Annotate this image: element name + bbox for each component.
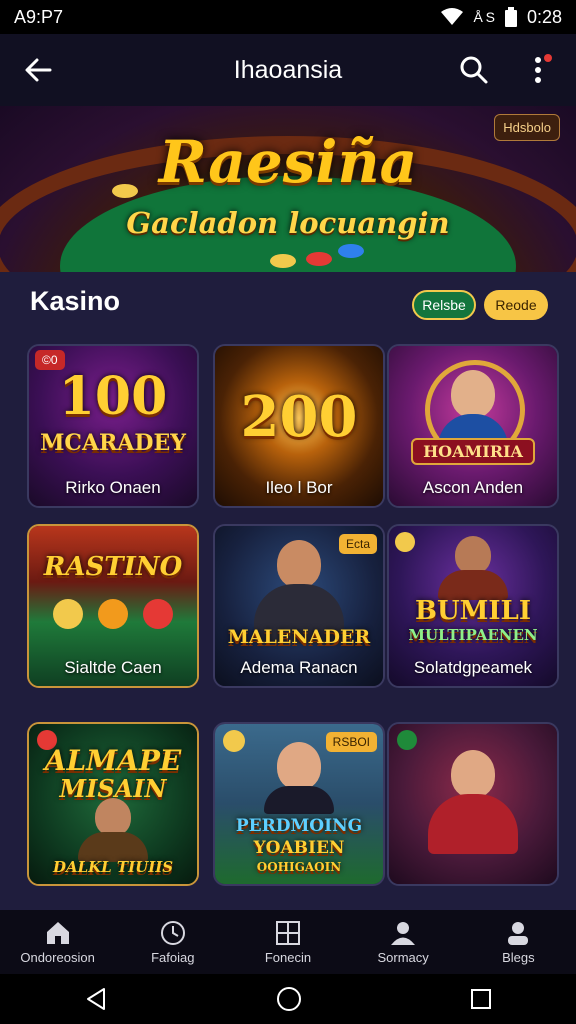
nav-label: Ondoreosion (20, 949, 95, 965)
nav-item-fafoiag[interactable]: Fafoiag (118, 920, 228, 965)
character-illustration (438, 536, 508, 600)
game-name: RASTINO (43, 552, 183, 582)
status-time: A9:P7 (14, 6, 64, 27)
banner-badge: Hdsbolo (494, 114, 560, 141)
home-circle-icon[interactable] (276, 986, 302, 1012)
game-banner-label: HOAMIRIA (411, 438, 535, 465)
game-card[interactable]: HOAMIRIA Ascon Anden (387, 344, 559, 508)
game-number: 200 (240, 384, 358, 450)
game-title: Ileo l Bor (265, 478, 333, 497)
nav-item-fonecin[interactable]: Fonecin (233, 920, 343, 965)
back-button[interactable] (20, 52, 56, 88)
filter-pill-reode[interactable]: Reode (484, 290, 548, 320)
arrow-left-icon (25, 58, 52, 82)
game-tag: Ecta (338, 534, 377, 554)
game-number: 100 (58, 366, 168, 427)
game-title: Rirko Onaen (65, 478, 161, 497)
notification-dot (544, 54, 552, 62)
slot-symbol-icon (97, 599, 128, 629)
back-triangle-icon[interactable] (84, 987, 108, 1011)
recents-square-icon[interactable] (470, 988, 492, 1010)
game-title: Solatdgpeamek (413, 658, 533, 677)
nav-item-home[interactable]: Ondoreosion (3, 920, 113, 965)
search-button[interactable] (456, 52, 492, 88)
game-title: Adema Ranacn (240, 658, 358, 677)
slot-symbol-icon (52, 599, 83, 629)
grid-icon (275, 920, 300, 945)
slot-reels (45, 592, 181, 636)
nav-label: Blegs (502, 949, 535, 965)
coin-icon (395, 532, 415, 552)
game-card[interactable]: ALMAPE MISAIN DALKL TIUIIS (27, 722, 199, 886)
game-subtitle: YOABIEN (253, 838, 345, 858)
game-card[interactable]: RASTINO Sialtde Caen (27, 524, 199, 688)
slot-symbol-icon (143, 599, 174, 629)
nav-item-blegs[interactable]: Blegs (463, 920, 573, 965)
game-card[interactable]: BUMILI MULTIPAENEN Solatdgpeamek (387, 524, 559, 688)
bottom-nav: Ondoreosion Fafoiag Fonecin Sormacy Bleg… (0, 910, 576, 974)
game-card[interactable]: RSBOI PERDMOING YOABIEN OOHIGAOIN (213, 722, 385, 886)
game-subtitle: MCARADEY (40, 430, 186, 456)
banner-title: Raesiña (158, 128, 418, 196)
app-bar: Ihaoansia (0, 34, 576, 106)
game-title: Sialtde Caen (64, 658, 162, 677)
more-vertical-icon (535, 57, 541, 83)
chip-icon (338, 244, 364, 258)
game-tagline: OOHIGAOIN (256, 860, 342, 874)
game-title: Ascon Anden (422, 478, 524, 497)
kasino-section: Kasino Relsbe Reode ©0 100 MCARADEY Rirk… (0, 272, 576, 910)
game-name: BUMILI (414, 596, 532, 626)
game-card[interactable]: 200 Ileo l Bor (213, 344, 385, 508)
status-indicators: Å S (473, 9, 495, 25)
game-name: MALENADER (227, 626, 371, 648)
more-menu-button[interactable] (520, 52, 556, 88)
user-icon (508, 921, 529, 945)
promo-banner[interactable]: Raesiña Gacladon locuangin Hdsbolo (0, 106, 576, 272)
chip-icon (270, 254, 296, 268)
game-card[interactable]: ©0 100 MCARADEY Rirko Onaen (27, 344, 199, 508)
game-subtitle: MULTIPAENEN (408, 626, 538, 644)
nav-item-sormacy[interactable]: Sormacy (348, 920, 458, 965)
game-tagline: DALKL TIUIIS (52, 858, 174, 876)
status-bar: A9:P7 Å S 0:28 (0, 0, 576, 34)
status-clock: 0:28 (526, 6, 562, 27)
banner-subtitle: Gacladon locuangin (126, 206, 450, 240)
game-name: PERDMOING (235, 816, 363, 836)
nav-label: Sormacy (377, 949, 429, 965)
game-card[interactable]: Ecta MALENADER Adema Ranacn (213, 524, 385, 688)
clock-icon (160, 920, 185, 945)
filter-pill-relsbe[interactable]: Relsbe (412, 290, 476, 320)
game-name: ALMAPE (44, 744, 182, 777)
game-card[interactable] (387, 722, 559, 886)
chip-icon (397, 730, 417, 750)
battery-icon (504, 7, 517, 27)
character-illustration (78, 798, 148, 862)
section-title: Kasino (30, 286, 121, 316)
people-icon (391, 921, 416, 945)
nav-label: Fafoiag (151, 949, 195, 965)
system-nav-bar (0, 974, 576, 1024)
wifi-icon (441, 8, 464, 25)
nav-label: Fonecin (264, 949, 312, 965)
coin-icon (223, 730, 245, 752)
search-icon (460, 56, 488, 84)
chip-icon (306, 252, 332, 266)
character-illustration (264, 742, 334, 814)
character-illustration (428, 750, 518, 854)
home-icon (46, 921, 69, 944)
